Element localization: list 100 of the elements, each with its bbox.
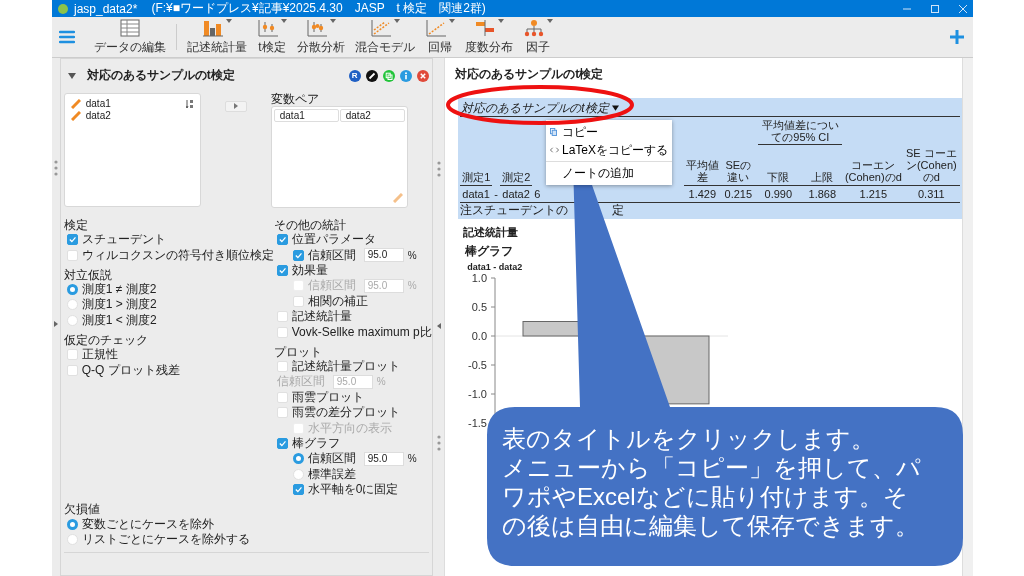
scrollbar[interactable] (962, 58, 973, 576)
checkbox[interactable] (66, 234, 78, 246)
window-title: jasp_data2* (74, 1, 138, 16)
scale-icon (70, 110, 81, 121)
move-button[interactable] (224, 100, 247, 112)
unit-label: % (407, 453, 417, 465)
toolbar-button[interactable]: 混合モデル (350, 18, 420, 56)
r-code-button[interactable]: R (348, 69, 361, 82)
option-label: 雨雲の差分プロット (291, 404, 400, 422)
toolbar-button[interactable]: 回帰 (420, 18, 460, 56)
table-cell-text: 0.215 (723, 187, 754, 202)
option-label: リストごとにケースを除外する (81, 530, 250, 548)
section-title: プロット (273, 344, 323, 359)
menu-item[interactable]: コピー (546, 123, 673, 141)
drag-handle-icon[interactable] (436, 435, 441, 451)
number-field[interactable]: 95.0 (363, 451, 404, 466)
toolbar-button[interactable]: 因子 (518, 18, 558, 56)
toolbar-button[interactable]: データの編集 (89, 18, 171, 56)
analysis-title[interactable]: 対応のあるサンプルのt検定 (86, 67, 235, 85)
radio-button[interactable] (66, 284, 78, 296)
info-icon[interactable] (399, 69, 412, 82)
collapse-arrow-icon[interactable] (436, 323, 441, 329)
option-label: 水平方向の表示 (307, 419, 392, 437)
edit-icon[interactable] (365, 69, 378, 82)
expand-arrow-icon[interactable] (53, 321, 58, 327)
axis-tick-label: -0.5 (468, 359, 488, 371)
variable-list[interactable]: data1 data2 (63, 92, 201, 207)
menu-item[interactable]: ノートの追加 (546, 164, 673, 182)
variable-name[interactable]: data2 (85, 110, 111, 122)
axis-tick-label: 0.0 (472, 330, 488, 342)
dropdown-arrow-icon[interactable] (611, 105, 619, 111)
option-label: 記述統計量 (291, 308, 352, 326)
column-header: SE コーエン(Cohen)のd (902, 145, 961, 186)
drag-handle-icon[interactable] (436, 161, 441, 177)
column-header: コーエン(Cohen)のd (844, 157, 903, 186)
table-cell-text: 6 (533, 187, 542, 202)
scale-icon (70, 98, 81, 109)
option-label: ウィルコクスンの符号付き順位検定 (81, 246, 274, 264)
pair-cell[interactable]: data1 (273, 108, 339, 122)
option-label: 位置パラメータ (291, 231, 376, 249)
section-title: その他の統計 (273, 218, 347, 233)
section-title: 記述統計量 (463, 225, 520, 240)
scatter-plot-icon (370, 18, 392, 37)
play-icon (233, 103, 238, 110)
variable-name[interactable]: data1 (85, 98, 111, 110)
option-label: 相関の補正 (307, 292, 368, 310)
table-cell-text: 1.215 (858, 187, 889, 202)
error-bar-icon (257, 18, 279, 37)
maximize-icon[interactable] (931, 4, 939, 13)
plot-title: 棒グラフ (465, 243, 515, 260)
add-icon[interactable] (949, 29, 965, 45)
toolbar-button[interactable]: 度数分布 (460, 18, 518, 56)
checkbox[interactable] (276, 437, 288, 449)
toolbar-button[interactable]: 記述統計量 (182, 18, 252, 56)
toolbar-button[interactable]: 分散分析 (292, 18, 350, 56)
pair-list[interactable]: data1 data2 (270, 105, 408, 208)
error-bar-icon (306, 18, 328, 37)
option-label: 水平軸を0に固定 (307, 481, 399, 499)
option-label: 測度1 > 測度2 (81, 296, 157, 314)
window-path: (F:¥■ワードプレス¥記事¥2025.4.30 JASP t 検定 関連2群) (151, 0, 486, 17)
option-label: 記述統計量プロット (291, 358, 400, 375)
copy-icon[interactable] (382, 69, 395, 82)
checkbox[interactable] (276, 265, 288, 277)
callout-text: 表のタイトルをクリックします。 メニューから「コピー」を押して、パ ワポやExcelなどに貼り付けます。そ の後は自由に編集して保存できます。 (502, 424, 921, 540)
checkbox[interactable] (276, 234, 288, 246)
option-label: 測度1 < 測度2 (81, 311, 157, 329)
table-icon (120, 18, 140, 37)
radio-button[interactable] (66, 518, 78, 530)
pair-cell[interactable]: data2 (339, 108, 405, 122)
column-header: 平均値差 (684, 157, 721, 186)
table-cell-text: data2 (501, 187, 531, 202)
drag-handle-icon[interactable] (53, 160, 58, 176)
close-icon[interactable] (416, 69, 429, 82)
checkbox[interactable] (292, 249, 304, 261)
table-cell-text: - (493, 187, 499, 202)
option-label: 正規性 (81, 346, 118, 364)
bar-chart-icon (202, 18, 224, 37)
unit-label: % (376, 376, 386, 388)
option-label: 雨雲プロット (291, 388, 364, 406)
table-cell-text: 1.868 (807, 187, 838, 202)
checkbox[interactable] (292, 484, 304, 496)
unit-label: % (407, 249, 417, 261)
section-title: 仮定のチェック (63, 333, 149, 348)
sort-icon[interactable] (185, 98, 194, 109)
axis-tick-label: 0.5 (472, 301, 488, 313)
table-title[interactable]: 対応のあるサンプルのt検定 (461, 99, 609, 117)
menu-icon[interactable] (59, 30, 75, 44)
bars-icon (474, 18, 496, 37)
table-cell-text: 0.990 (763, 187, 794, 202)
chart-title: data1 - data2 (467, 262, 524, 272)
toolbar-button[interactable]: t検定 (252, 18, 292, 56)
menu-item[interactable]: LaTeXをコピーする (546, 141, 673, 159)
axis-tick-label: -1.0 (468, 388, 488, 400)
close-icon[interactable] (959, 4, 967, 13)
collapse-arrow-icon[interactable] (67, 71, 76, 80)
number-field[interactable]: 95.0 (363, 248, 404, 263)
section-title: 欠損値 (63, 502, 101, 517)
radio-button[interactable] (292, 453, 304, 465)
option-label: 信頼区間 (307, 450, 356, 468)
column-header: 測定2 (500, 169, 533, 186)
